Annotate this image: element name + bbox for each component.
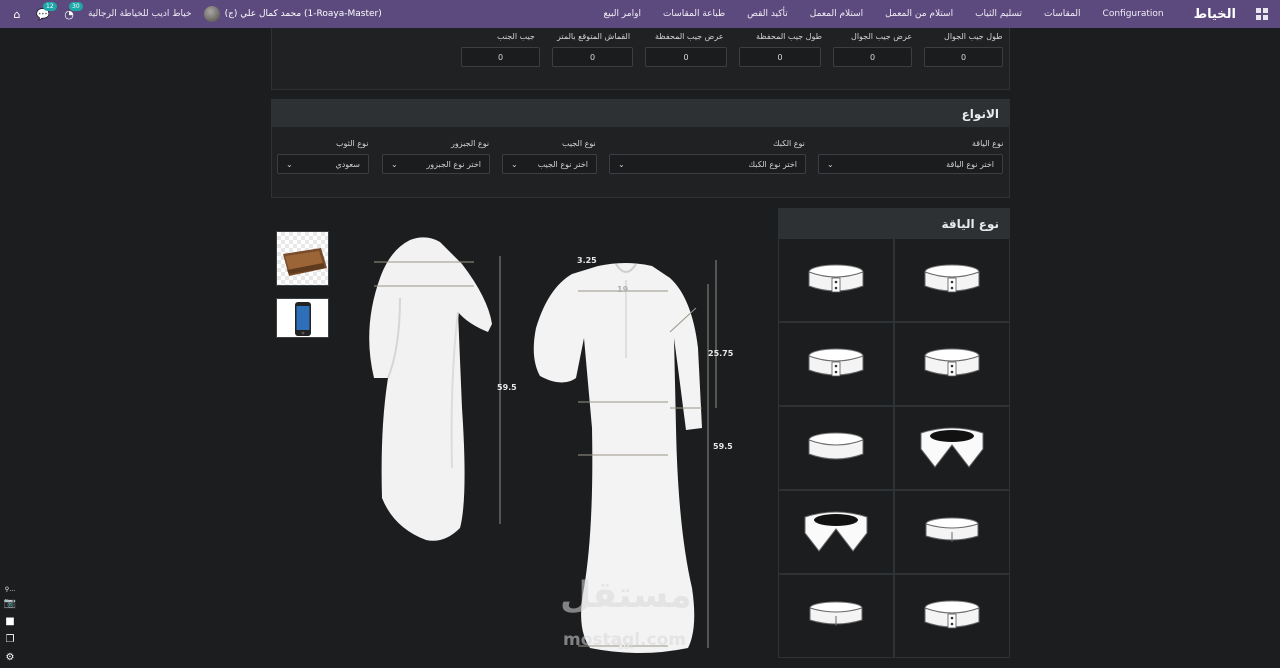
label-thobe-type: نوع الثوب — [336, 139, 369, 148]
collar-option-5[interactable] — [778, 406, 894, 490]
label-phone-pocket-length: طول جيب الجوال — [944, 32, 1003, 41]
select-cuff-type-value: اختر نوع الكبك — [748, 159, 797, 169]
collar-band-button-icon — [924, 348, 980, 377]
top-navbar: الخياط Configuration المقاسات تسليم الثي… — [0, 0, 1280, 28]
activity-badge: 30 — [69, 2, 83, 11]
select-pocket-type[interactable]: اختر نوع الجيب ⌄ — [502, 154, 597, 174]
label-wallet-pocket-length: طول جيب المحفظة — [756, 32, 822, 41]
measure-front-length: 59.5 — [713, 442, 733, 451]
collar-option-8[interactable] — [894, 490, 1010, 574]
systray: ⌂ 💬 12 ◔ 30 خياط اديب للخياطة الرجالية محم… — [0, 2, 382, 22]
messages-badge: 12 — [43, 2, 57, 11]
collar-band-plain-icon — [925, 517, 979, 542]
chevron-down-icon: ⌄ — [511, 159, 518, 169]
collar-option-10[interactable] — [894, 574, 1010, 658]
collar-option-4[interactable] — [894, 322, 1010, 406]
home-icon[interactable]: ⌂ — [10, 7, 24, 21]
label-side-pocket: جيب الجنب — [497, 32, 535, 41]
smartphone-icon — [295, 302, 311, 336]
label-phone-pocket-width: عرض جيب الجوال — [851, 32, 913, 41]
collar-spread-icon — [920, 427, 984, 468]
thobe-diagram — [369, 237, 717, 653]
collar-band-button-icon — [808, 264, 864, 293]
main-menu: Configuration المقاسات تسليم الثياب استل… — [603, 9, 1163, 19]
wallet-pocket-image[interactable] — [276, 231, 329, 286]
messages-icon[interactable]: 💬 12 — [36, 2, 57, 21]
measure-collar-height: 3.25 — [577, 256, 597, 265]
input-expected-fabric[interactable]: 0 — [552, 47, 633, 67]
types-panel-title: الانواع — [272, 100, 1009, 127]
menu-factory-receipt[interactable]: استلام المعمل — [810, 9, 863, 19]
collar-band-button-icon — [924, 600, 980, 629]
watermark-arabic: مستقل — [560, 575, 692, 616]
label-cuff-type: نوع الكبك — [773, 139, 805, 148]
video-icon[interactable]: ■ — [3, 612, 17, 630]
apps-grid-icon[interactable] — [1256, 8, 1268, 20]
select-placket-type-value: اختر نوع الجبزور — [426, 159, 481, 169]
phone-pocket-image[interactable] — [276, 298, 329, 338]
side-toolbar: ⚲… 📷 ■ ❐ ⚙ — [3, 584, 17, 666]
more-icon[interactable]: ⚲… — [3, 584, 17, 594]
collar-band-button-icon — [924, 264, 980, 293]
brand-area: الخياط — [1186, 7, 1280, 22]
select-collar-type[interactable]: اختر نوع الياقة ⌄ — [818, 154, 1003, 174]
menu-measurements[interactable]: المقاسات — [1044, 9, 1081, 19]
input-wallet-pocket-length[interactable]: 0 — [739, 47, 821, 67]
user-menu[interactable]: محمد كمال علي (ج) (1-Roaya-Master) — [203, 6, 382, 22]
collar-band-plain-icon — [809, 601, 863, 626]
menu-sales-orders[interactable]: اوامر البيع — [603, 9, 640, 19]
types-panel: الانواع — [271, 99, 1010, 198]
input-side-pocket[interactable]: 0 — [461, 47, 540, 67]
activity-clock-icon[interactable]: ◔ 30 — [62, 2, 83, 21]
menu-receive-from-factory[interactable]: استلام من المعمل — [885, 9, 953, 19]
collar-panel: نوع الياقة — [778, 208, 1010, 239]
input-wallet-pocket-width[interactable]: 0 — [645, 47, 727, 67]
collar-option-2[interactable] — [894, 238, 1010, 322]
windows-icon[interactable]: ❐ — [3, 630, 17, 648]
camera-icon[interactable]: 📷 — [3, 594, 17, 612]
select-thobe-type[interactable]: سعودي ⌄ — [277, 154, 369, 174]
chevron-down-icon: ⌄ — [391, 159, 398, 169]
company-switcher[interactable]: خياط اديب للخياطة الرجالية — [88, 9, 192, 19]
settings-gear-icon[interactable]: ⚙ — [3, 648, 17, 666]
watermark-url: mostaql.com — [563, 630, 687, 650]
app-title[interactable]: الخياط — [1186, 7, 1244, 22]
avatar — [203, 6, 220, 22]
select-placket-type[interactable]: اختر نوع الجبزور ⌄ — [382, 154, 490, 174]
collar-option-9[interactable] — [778, 574, 894, 658]
label-placket-type: نوع الجبزور — [451, 139, 490, 148]
collar-spread-icon — [804, 511, 868, 552]
menu-deliver-clothes[interactable]: تسليم الثياب — [975, 9, 1022, 19]
collar-option-6[interactable] — [894, 406, 1010, 490]
user-name: محمد كمال علي (ج) (1-Roaya-Master) — [224, 9, 382, 19]
menu-print-measurements[interactable]: طباعة المقاسات — [663, 9, 725, 19]
collar-option-1[interactable] — [778, 238, 894, 322]
collar-panel-title: نوع الياقة — [779, 209, 1009, 238]
chevron-down-icon: ⌄ — [827, 159, 834, 169]
input-phone-pocket-length[interactable]: 0 — [924, 47, 1003, 67]
label-expected-fabric: القماش المتوقع بالمتر — [557, 32, 631, 41]
collar-grid — [778, 238, 1010, 668]
label-collar-type: نوع الياقة — [972, 139, 1004, 148]
label-wallet-pocket-width: عرض جيب المحفظة — [655, 32, 724, 41]
collar-band-button-icon — [808, 348, 864, 377]
measure-shoulder: 19 — [617, 285, 629, 294]
measure-side-length: 59.5 — [497, 383, 517, 392]
select-pocket-type-value: اختر نوع الجيب — [537, 159, 588, 169]
menu-configuration[interactable]: Configuration — [1103, 9, 1164, 19]
collar-option-7[interactable] — [778, 490, 894, 574]
label-pocket-type: نوع الجيب — [562, 139, 596, 148]
input-phone-pocket-width[interactable]: 0 — [833, 47, 912, 67]
select-cuff-type[interactable]: اختر نوع الكبك ⌄ — [609, 154, 806, 174]
measure-sleeve-length: 25.75 — [708, 349, 734, 358]
thobe-side-view — [369, 237, 492, 541]
select-collar-type-value: اختر نوع الياقة — [946, 159, 994, 169]
chevron-down-icon: ⌄ — [618, 159, 625, 169]
menu-confirm-cutting[interactable]: تأكيد القص — [747, 9, 788, 19]
chevron-down-icon: ⌄ — [286, 159, 293, 169]
collar-option-3[interactable] — [778, 322, 894, 406]
wallet-icon — [283, 248, 327, 276]
collar-band-plain-icon — [808, 432, 864, 460]
select-thobe-type-value: سعودي — [335, 159, 360, 169]
